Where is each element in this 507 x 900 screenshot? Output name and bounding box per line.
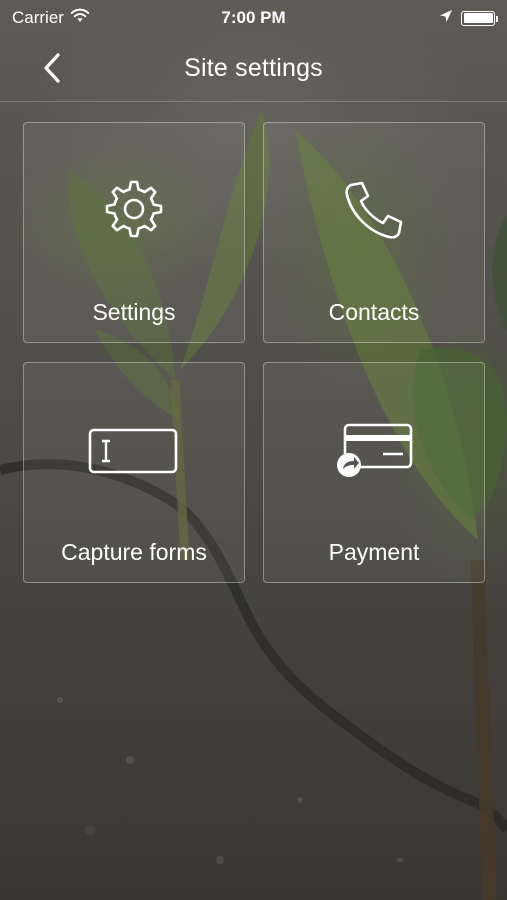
text-input-icon [88,427,180,475]
back-button[interactable] [30,48,74,92]
payment-tile[interactable]: Payment [263,362,485,583]
battery-fill [463,13,493,23]
contacts-tile[interactable]: Contacts [263,122,485,343]
capture-forms-tile-label: Capture forms [61,539,207,565]
settings-tile-label: Settings [92,299,176,325]
contacts-tile-label: Contacts [328,299,420,325]
status-time: 7:00 PM [221,8,286,27]
page-title: Site settings [184,54,323,82]
credit-card-icon [333,421,415,481]
navigation-bar: Site settings [0,36,507,102]
wifi-icon [70,8,90,28]
phone-icon [343,179,405,241]
battery-icon [461,10,498,26]
capture-forms-tile[interactable]: Capture forms [23,362,245,583]
settings-tile[interactable]: Settings [23,122,245,343]
status-left: Carrier [12,8,162,28]
location-arrow-icon [439,8,453,28]
carrier-label: Carrier [12,8,64,27]
status-bar: Carrier 7:00 PM [0,0,507,36]
gear-icon [104,179,164,239]
chevron-left-icon [42,52,62,89]
payment-tile-label: Payment [328,539,420,565]
status-right [345,8,498,28]
